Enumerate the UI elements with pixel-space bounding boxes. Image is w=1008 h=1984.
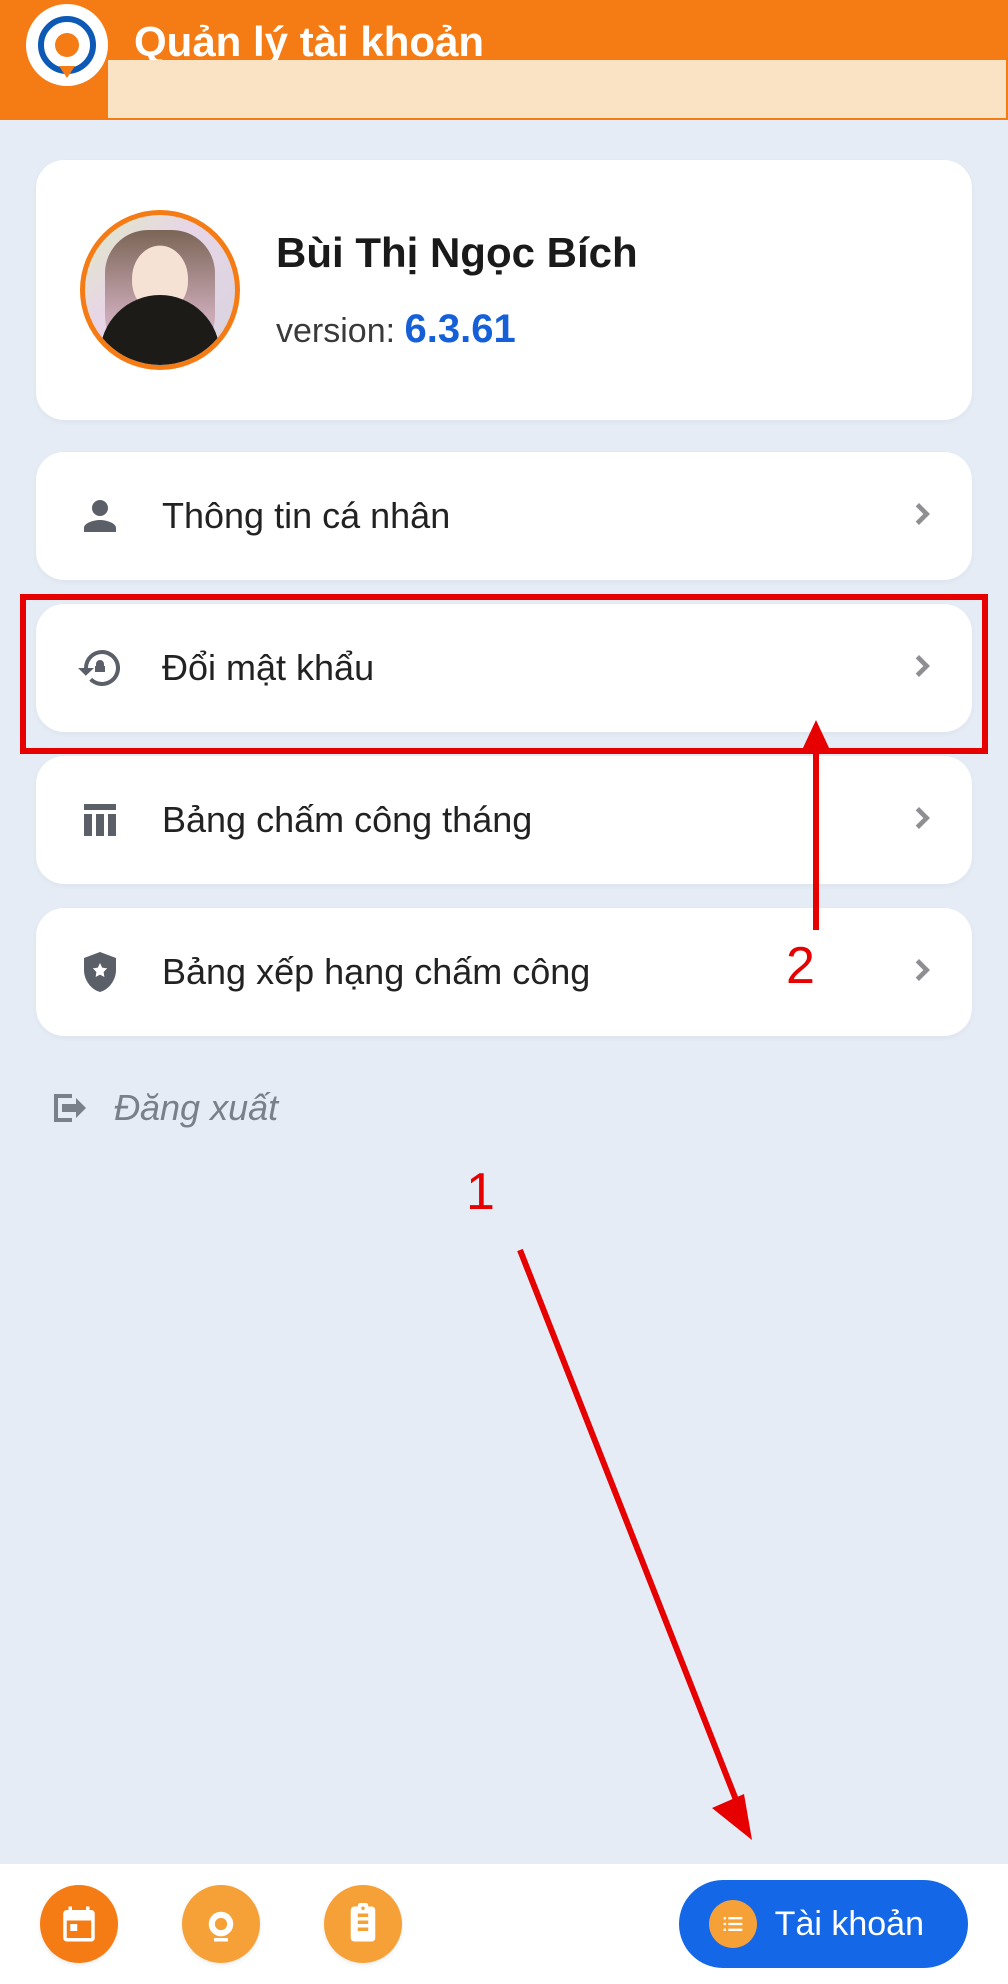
calendar-icon [58, 1903, 100, 1945]
page-title: Quản lý tài khoản [134, 18, 484, 66]
header-accent-strip [108, 60, 1006, 118]
logout-icon [44, 1084, 92, 1132]
chevron-right-icon [908, 652, 936, 685]
nav-account-button[interactable]: Tài khoản [679, 1880, 968, 1968]
logout-button[interactable]: Đăng xuất [36, 1060, 972, 1156]
menu-item-personal-info[interactable]: Thông tin cá nhân [36, 452, 972, 580]
annotation-number-2: 2 [786, 936, 815, 996]
version-label: version: [276, 312, 405, 350]
nav-camera-button[interactable] [182, 1885, 260, 1963]
annotation-number-1: 1 [466, 1162, 495, 1222]
annotation-arrow-2 [796, 720, 836, 945]
profile-name: Bùi Thị Ngọc Bích [276, 229, 638, 277]
menu-label: Thông tin cá nhân [162, 495, 908, 537]
camera-icon [200, 1903, 242, 1945]
menu-item-change-password[interactable]: Đổi mật khẩu [36, 604, 972, 732]
chevron-right-icon [908, 804, 936, 837]
restore-lock-icon [72, 640, 128, 696]
logout-label: Đăng xuất [114, 1087, 278, 1129]
profile-card: Bùi Thị Ngọc Bích version: 6.3.61 [36, 160, 972, 420]
nav-clipboard-button[interactable] [324, 1885, 402, 1963]
list-icon [709, 1900, 757, 1948]
version-number: 6.3.61 [405, 307, 516, 351]
chevron-right-icon [908, 500, 936, 533]
chevron-right-icon [908, 956, 936, 989]
nav-account-label: Tài khoản [775, 1905, 924, 1944]
app-header: Quản lý tài khoản [0, 0, 1008, 120]
nav-calendar-button[interactable] [40, 1885, 118, 1963]
bottom-nav: Tài khoản [0, 1864, 1008, 1984]
app-logo [26, 4, 108, 86]
annotation-arrow-1 [480, 1220, 780, 1865]
shield-star-icon [72, 944, 128, 1000]
menu-label: Đổi mật khẩu [162, 647, 908, 689]
avatar [80, 210, 240, 370]
app-version: version: 6.3.61 [276, 307, 638, 352]
table-chart-icon [72, 792, 128, 848]
clipboard-icon [342, 1903, 384, 1945]
person-icon [72, 488, 128, 544]
